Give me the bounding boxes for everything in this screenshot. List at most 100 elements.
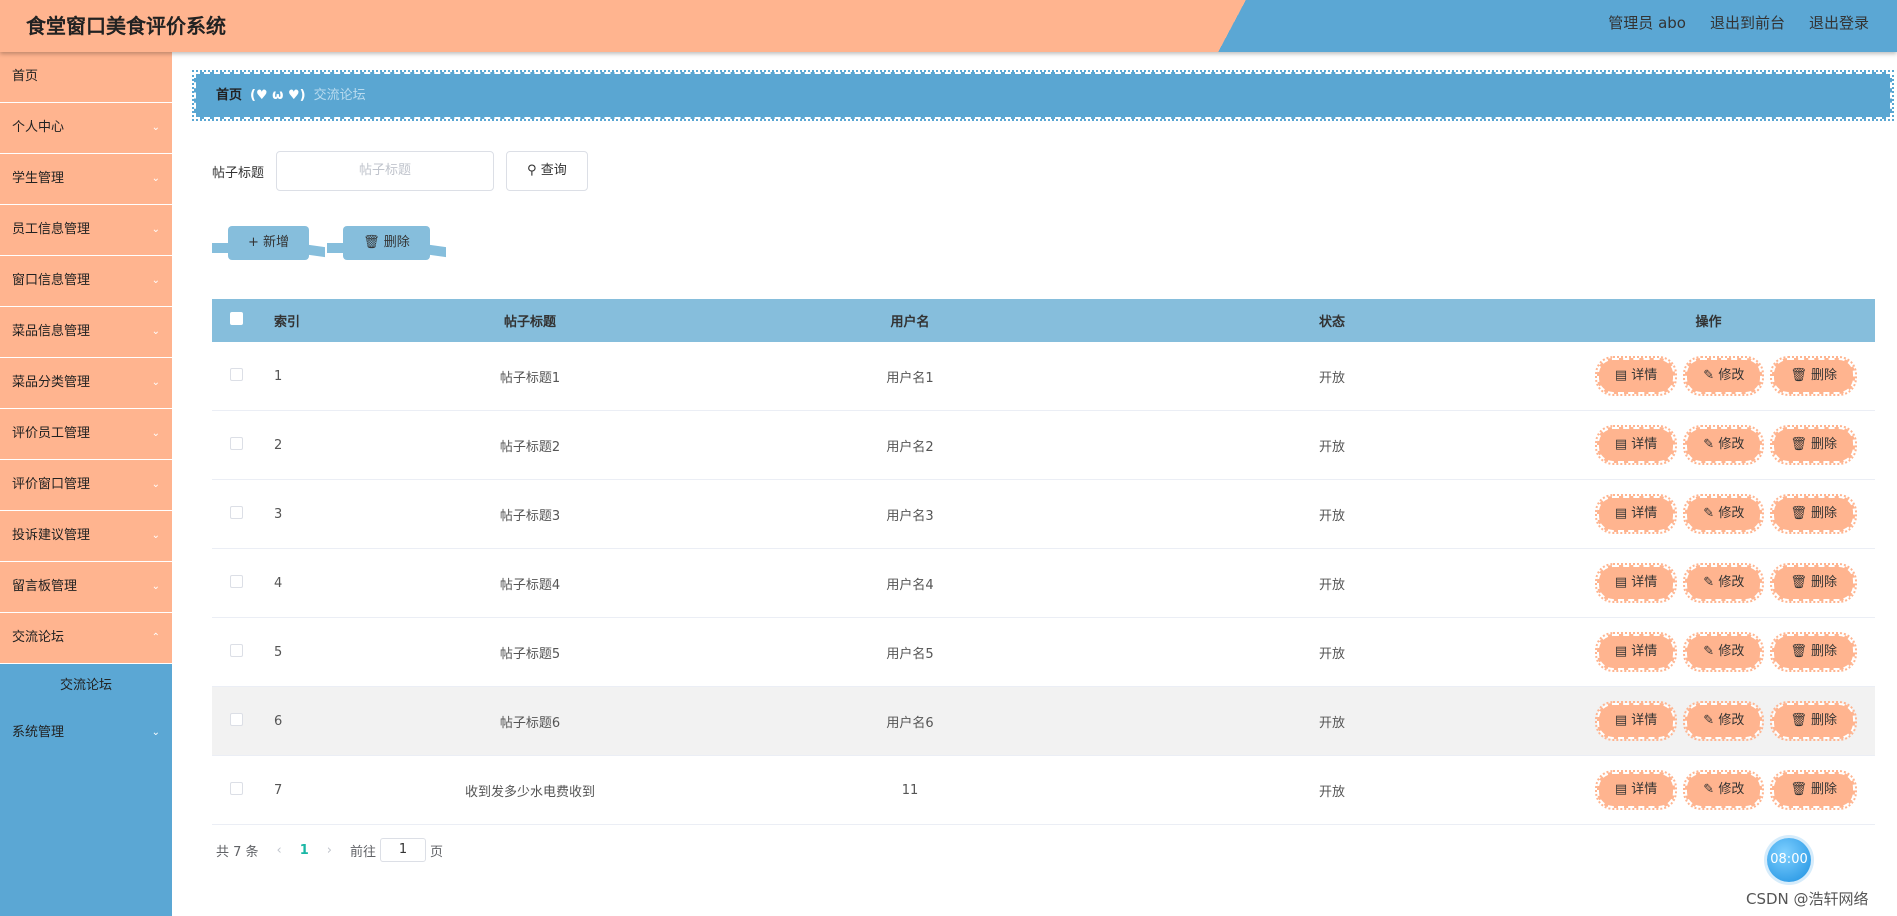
page-number[interactable]: 1 — [300, 843, 309, 858]
search-button[interactable]: ⚲ 查询 — [506, 151, 588, 191]
detail-button[interactable]: ▤ 详情 — [1594, 632, 1678, 672]
detail-button[interactable]: ▤ 详情 — [1594, 425, 1678, 465]
cell-index: 7 — [274, 782, 283, 798]
cell-status: 开放 — [1318, 370, 1345, 386]
delete-button[interactable]: 🗑 删除 — [1770, 356, 1857, 396]
detail-button[interactable]: ▤ 详情 — [1594, 701, 1678, 741]
delete-button[interactable]: 🗑 删除 — [1770, 494, 1857, 534]
edit-button[interactable]: ✎ 修改 — [1683, 563, 1765, 603]
add-button-label: 新增 — [263, 235, 290, 250]
delete-label: 删除 — [1810, 575, 1837, 590]
detail-button[interactable]: ▤ 详情 — [1594, 356, 1678, 396]
pencil-icon: ✎ — [1703, 644, 1715, 659]
front-link[interactable]: 退出到前台 — [1710, 12, 1785, 33]
cell-title: 帖子标题4 — [499, 577, 561, 593]
column-header-title: 帖子标题 — [503, 315, 556, 330]
delete-label: 删除 — [1810, 437, 1837, 452]
edit-button[interactable]: ✎ 修改 — [1683, 356, 1765, 396]
row-checkbox[interactable] — [230, 367, 243, 381]
row-checkbox[interactable] — [230, 436, 243, 450]
pagination: 共 7 条 ‹ 1 › 前往 1 页 — [216, 838, 443, 862]
sidebar-item-staff-reviews[interactable]: 评价员工管理 ⌄ — [0, 409, 172, 460]
sidebar-item-students[interactable]: 学生管理 ⌄ — [0, 154, 172, 205]
add-button[interactable]: + 新增 — [211, 226, 310, 260]
pencil-icon: ✎ — [1703, 368, 1715, 383]
batch-delete-button[interactable]: 🗑 删除 — [327, 226, 430, 260]
delete-button[interactable]: 🗑 删除 — [1770, 770, 1857, 810]
row-actions: ▤ 详情 ✎ 修改 🗑 删除 — [1542, 770, 1875, 810]
edit-label: 修改 — [1718, 437, 1745, 452]
sidebar-item-label: 菜品信息管理 — [12, 324, 91, 339]
sidebar-item-label: 员工信息管理 — [12, 222, 91, 237]
edit-button[interactable]: ✎ 修改 — [1683, 425, 1765, 465]
row-checkbox[interactable] — [230, 712, 243, 726]
pencil-icon: ✎ — [1703, 713, 1715, 728]
row-checkbox[interactable] — [230, 505, 243, 519]
edit-button[interactable]: ✎ 修改 — [1683, 701, 1765, 741]
edit-button[interactable]: ✎ 修改 — [1683, 770, 1765, 810]
pagination-total: 共 7 条 — [216, 844, 259, 860]
sidebar-item-label: 交流论坛 — [12, 630, 65, 645]
trash-icon: 🗑 — [1790, 368, 1807, 383]
prev-page-icon[interactable]: ‹ — [277, 843, 282, 858]
cell-user: 用户名4 — [886, 577, 934, 593]
logout-link[interactable]: 退出登录 — [1809, 12, 1869, 33]
next-page-icon[interactable]: › — [327, 843, 332, 858]
sidebar-item-home[interactable]: 首页 — [0, 52, 172, 103]
sidebar-item-system[interactable]: 系统管理 ⌄ — [0, 708, 172, 759]
sidebar-item-windows[interactable]: 窗口信息管理 ⌄ — [0, 256, 172, 307]
search-input[interactable]: 帖子标题 — [276, 151, 495, 191]
sidebar-item-complaints[interactable]: 投诉建议管理 ⌄ — [0, 511, 172, 562]
column-header-ops: 操作 — [1695, 315, 1722, 330]
table-row: 2 帖子标题2 用户名2 开放 ▤ 详情 ✎ 修改 🗑 删除 — [212, 411, 1875, 480]
cell-title: 帖子标题6 — [499, 715, 561, 731]
document-icon: ▤ — [1614, 575, 1628, 590]
cell-index: 4 — [274, 575, 283, 591]
column-header-user: 用户名 — [890, 315, 930, 330]
edit-button[interactable]: ✎ 修改 — [1683, 494, 1765, 534]
detail-button[interactable]: ▤ 详情 — [1594, 494, 1678, 534]
cell-user: 用户名5 — [886, 646, 934, 662]
chevron-down-icon: ⌄ — [151, 275, 160, 286]
chevron-down-icon: ⌄ — [151, 377, 160, 388]
sidebar-item-dishes[interactable]: 菜品信息管理 ⌄ — [0, 307, 172, 358]
chevron-down-icon: ⌄ — [151, 326, 160, 337]
cell-index: 2 — [274, 437, 283, 453]
clock-widget[interactable]: 08:00 — [1767, 838, 1811, 882]
sidebar-item-window-reviews[interactable]: 评价窗口管理 ⌄ — [0, 460, 172, 511]
delete-button[interactable]: 🗑 删除 — [1770, 425, 1857, 465]
sidebar-item-personal[interactable]: 个人中心 ⌄ — [0, 103, 172, 154]
page-jump-input[interactable]: 1 — [380, 838, 427, 862]
sidebar-subitem-forum[interactable]: 交流论坛 — [0, 664, 172, 708]
select-all-checkbox[interactable] — [230, 312, 243, 325]
search-bar: 帖子标题 帖子标题 ⚲ 查询 — [212, 151, 588, 191]
trash-icon: 🗑 — [1790, 782, 1807, 797]
top-header: 食堂窗口美食评价系统 管理员 abo 退出到前台 退出登录 — [0, 0, 1897, 52]
delete-button[interactable]: 🗑 删除 — [1770, 563, 1857, 603]
sidebar-item-dish-categories[interactable]: 菜品分类管理 ⌄ — [0, 358, 172, 409]
watermark: CSDN @浩轩网络 — [1746, 890, 1869, 908]
cell-title: 帖子标题3 — [499, 508, 561, 524]
row-checkbox[interactable] — [230, 574, 243, 588]
edit-button[interactable]: ✎ 修改 — [1683, 632, 1765, 672]
sidebar-item-forum[interactable]: 交流论坛 ⌃ — [0, 613, 172, 664]
cell-status: 开放 — [1318, 508, 1345, 524]
sidebar-item-label: 留言板管理 — [12, 579, 78, 594]
detail-button[interactable]: ▤ 详情 — [1594, 770, 1678, 810]
plus-icon: + — [248, 235, 259, 250]
breadcrumb-home[interactable]: 首页 — [216, 88, 242, 103]
delete-label: 删除 — [1810, 644, 1837, 659]
delete-button[interactable]: 🗑 删除 — [1770, 632, 1857, 672]
cell-title: 帖子标题2 — [499, 439, 561, 455]
row-actions: ▤ 详情 ✎ 修改 🗑 删除 — [1542, 425, 1875, 465]
detail-button[interactable]: ▤ 详情 — [1594, 563, 1678, 603]
sidebar-item-staff[interactable]: 员工信息管理 ⌄ — [0, 205, 172, 256]
delete-button[interactable]: 🗑 删除 — [1770, 701, 1857, 741]
admin-user-label: 管理员 abo — [1608, 14, 1686, 32]
sidebar-item-messages[interactable]: 留言板管理 ⌄ — [0, 562, 172, 613]
page-jump-suffix: 页 — [430, 844, 444, 860]
row-actions: ▤ 详情 ✎ 修改 🗑 删除 — [1542, 356, 1875, 396]
cell-index: 6 — [274, 713, 283, 729]
row-checkbox[interactable] — [230, 643, 243, 657]
row-checkbox[interactable] — [230, 781, 243, 795]
